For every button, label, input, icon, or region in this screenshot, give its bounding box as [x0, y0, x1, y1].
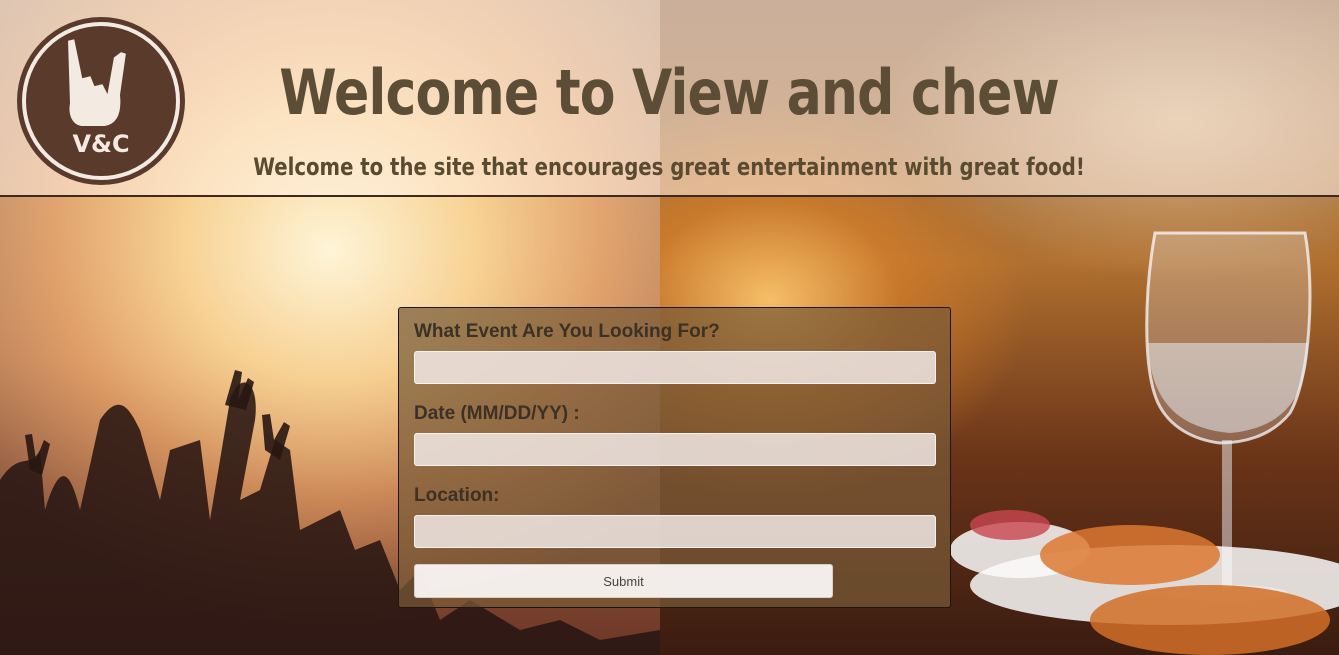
page-subtitle: Welcome to the site that encourages grea…	[253, 153, 1085, 181]
page: V&C Welcome to View and chew Welcome to …	[0, 0, 1339, 655]
submit-button[interactable]: Submit	[414, 564, 833, 598]
date-input[interactable]	[414, 433, 936, 466]
event-label: What Event Are You Looking For?	[414, 321, 720, 342]
location-input[interactable]	[414, 515, 936, 548]
header: V&C Welcome to View and chew Welcome to …	[0, 0, 1339, 197]
page-title: Welcome to View and chew	[279, 56, 1059, 129]
date-label: Date (MM/DD/YY) :	[414, 403, 580, 424]
event-input[interactable]	[414, 351, 936, 384]
location-label: Location:	[414, 485, 500, 506]
food-plate	[950, 510, 1339, 655]
event-search-form: What Event Are You Looking For? Date (MM…	[398, 307, 951, 608]
